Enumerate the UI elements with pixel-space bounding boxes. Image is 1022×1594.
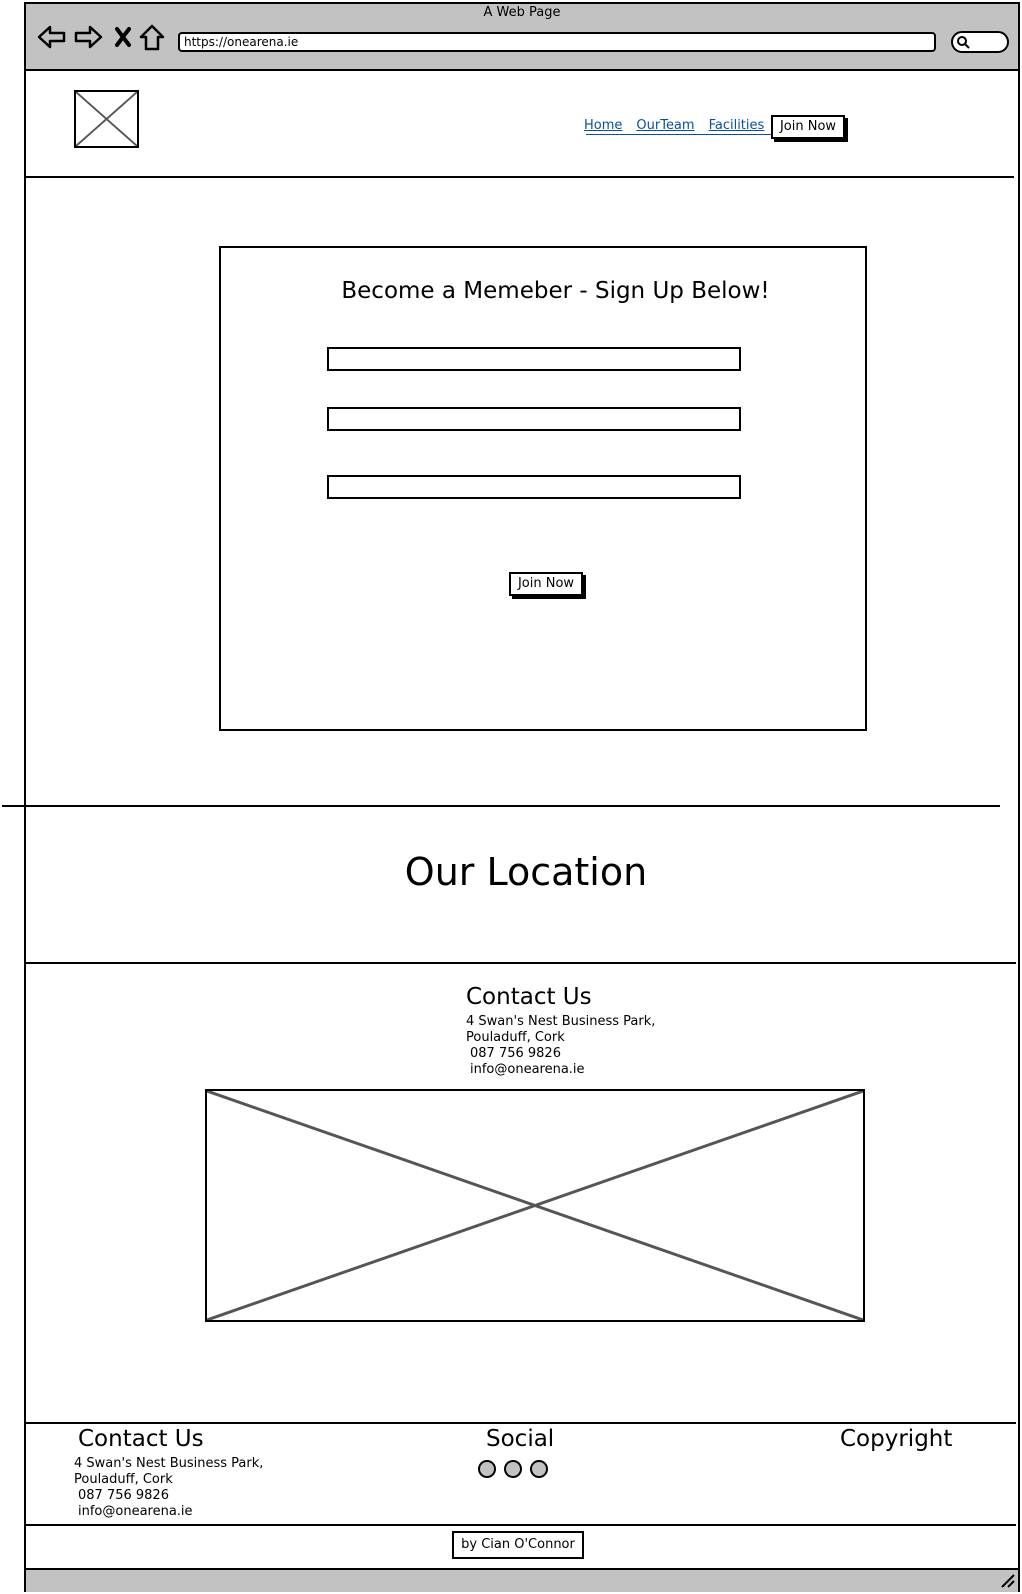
- signup-field-1[interactable]: [327, 347, 741, 371]
- stop-icon[interactable]: [108, 22, 138, 52]
- contact-block: Contact Us 4 Swan's Nest Business Park, …: [466, 984, 655, 1078]
- browser-search-field[interactable]: [951, 31, 1009, 53]
- address-bar[interactable]: https://onearena.ie: [178, 32, 936, 52]
- image-placeholder-icon: [76, 92, 137, 146]
- contact-phone: 087 756 9826: [470, 1046, 561, 1061]
- social-link-2-icon[interactable]: [504, 1460, 522, 1478]
- social-icons: [478, 1460, 548, 1478]
- copyright-heading: Copyright: [840, 1426, 953, 1452]
- browser-window: [24, 2, 1020, 1592]
- main-nav: Home OurTeam Facilities: [584, 118, 764, 133]
- contact-address-line2: Pouladuff, Cork: [466, 1030, 565, 1045]
- forward-arrow-icon[interactable]: [73, 22, 103, 52]
- social-link-3-icon[interactable]: [530, 1460, 548, 1478]
- window-title: A Web Page: [483, 5, 561, 20]
- social-link-1-icon[interactable]: [478, 1460, 496, 1478]
- footer-divider: [26, 1422, 1016, 1424]
- footer-phone: 087 756 9826: [78, 1488, 169, 1503]
- join-now-form-button[interactable]: Join Now: [509, 572, 583, 596]
- map-image-placeholder: [205, 1089, 865, 1322]
- credit-label: by Cian O'Connor: [452, 1531, 584, 1559]
- footer-email: info@onearena.ie: [78, 1504, 193, 1519]
- social-heading: Social: [486, 1426, 555, 1452]
- signup-divider: [2, 805, 1000, 807]
- nav-home-link[interactable]: Home: [584, 118, 622, 133]
- join-now-nav-button[interactable]: Join Now: [771, 115, 845, 139]
- browser-status-bar: [26, 1568, 1018, 1592]
- footer-contact-heading: Contact Us: [78, 1426, 204, 1452]
- contact-heading: Contact Us: [466, 984, 592, 1010]
- location-divider: [26, 962, 1016, 964]
- footer-address-line1: 4 Swan's Nest Business Park,: [74, 1456, 264, 1471]
- logo-image-placeholder: [74, 90, 139, 148]
- image-placeholder-icon: [207, 1091, 863, 1320]
- signup-field-3[interactable]: [327, 475, 741, 499]
- footer-contact-block: Contact Us 4 Swan's Nest Business Park, …: [74, 1426, 263, 1520]
- home-icon[interactable]: [137, 22, 167, 52]
- credit-divider: [26, 1524, 1016, 1526]
- signup-field-2[interactable]: [327, 407, 741, 431]
- header-divider: [26, 176, 1014, 178]
- location-title: Our Location: [404, 850, 648, 894]
- search-icon: [957, 36, 970, 49]
- nav-ourteam-link[interactable]: OurTeam: [636, 118, 694, 133]
- contact-email: info@onearena.ie: [470, 1062, 585, 1077]
- resize-grip-icon[interactable]: [998, 1571, 1016, 1589]
- footer-address-line2: Pouladuff, Cork: [74, 1472, 173, 1487]
- back-arrow-icon[interactable]: [37, 22, 67, 52]
- contact-address-line1: 4 Swan's Nest Business Park,: [466, 1014, 656, 1029]
- nav-underline: [586, 134, 772, 135]
- nav-facilities-link[interactable]: Facilities: [709, 118, 765, 133]
- signup-title: Become a Memeber - Sign Up Below!: [341, 278, 770, 304]
